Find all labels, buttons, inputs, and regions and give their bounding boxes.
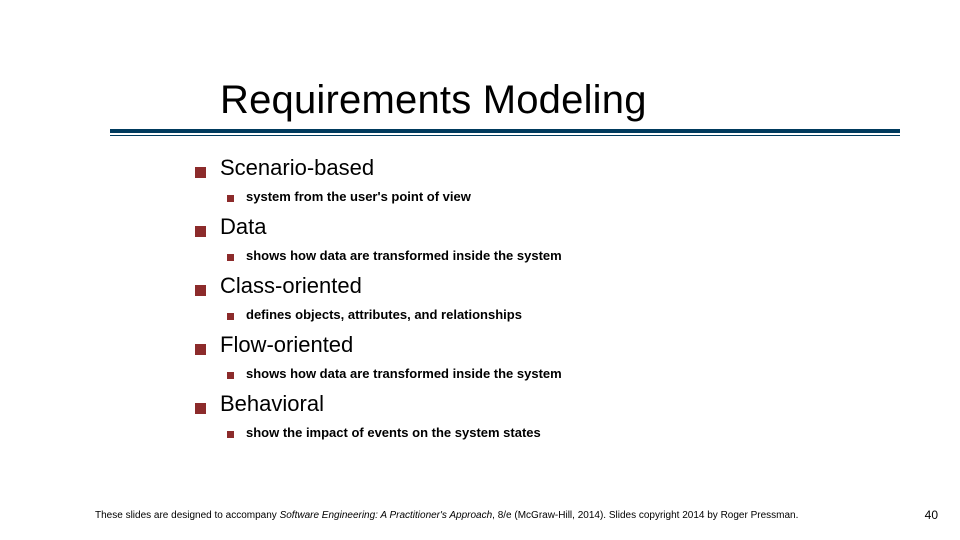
slide-title: Requirements Modeling [220,78,900,123]
title-block: Requirements Modeling [110,78,900,137]
square-bullet-icon [227,254,234,261]
square-bullet-icon [195,226,206,237]
slide: Requirements Modeling Scenario-based sys… [0,0,960,540]
item-sub: shows how data are transformed inside th… [246,248,562,263]
item-label: Data [220,214,266,240]
square-bullet-icon [227,195,234,202]
footer-italic: Software Engineering: A Practitioner's A… [280,510,493,521]
content-list: Scenario-based system from the user's po… [195,155,840,450]
item-sub: show the impact of events on the system … [246,425,541,440]
list-item: Behavioral show the impact of events on … [195,391,840,440]
item-sub: defines objects, attributes, and relatio… [246,307,522,322]
title-underline [110,129,900,137]
item-label: Scenario-based [220,155,374,181]
footer-pre: These slides are designed to accompany [95,510,280,521]
square-bullet-icon [195,167,206,178]
footer-attribution: These slides are designed to accompany S… [95,510,880,523]
list-item: Scenario-based system from the user's po… [195,155,840,204]
item-label: Behavioral [220,391,324,417]
square-bullet-icon [195,403,206,414]
square-bullet-icon [227,372,234,379]
page-number: 40 [925,508,938,522]
list-item: Class-oriented defines objects, attribut… [195,273,840,322]
square-bullet-icon [227,313,234,320]
list-item: Flow-oriented shows how data are transfo… [195,332,840,381]
footer-post: , 8/e (McGraw-Hill, 2014). Slides copyri… [492,510,798,521]
item-label: Flow-oriented [220,332,353,358]
list-item: Data shows how data are transformed insi… [195,214,840,263]
item-sub: system from the user's point of view [246,189,471,204]
square-bullet-icon [195,285,206,296]
square-bullet-icon [195,344,206,355]
square-bullet-icon [227,431,234,438]
item-label: Class-oriented [220,273,362,299]
item-sub: shows how data are transformed inside th… [246,366,562,381]
